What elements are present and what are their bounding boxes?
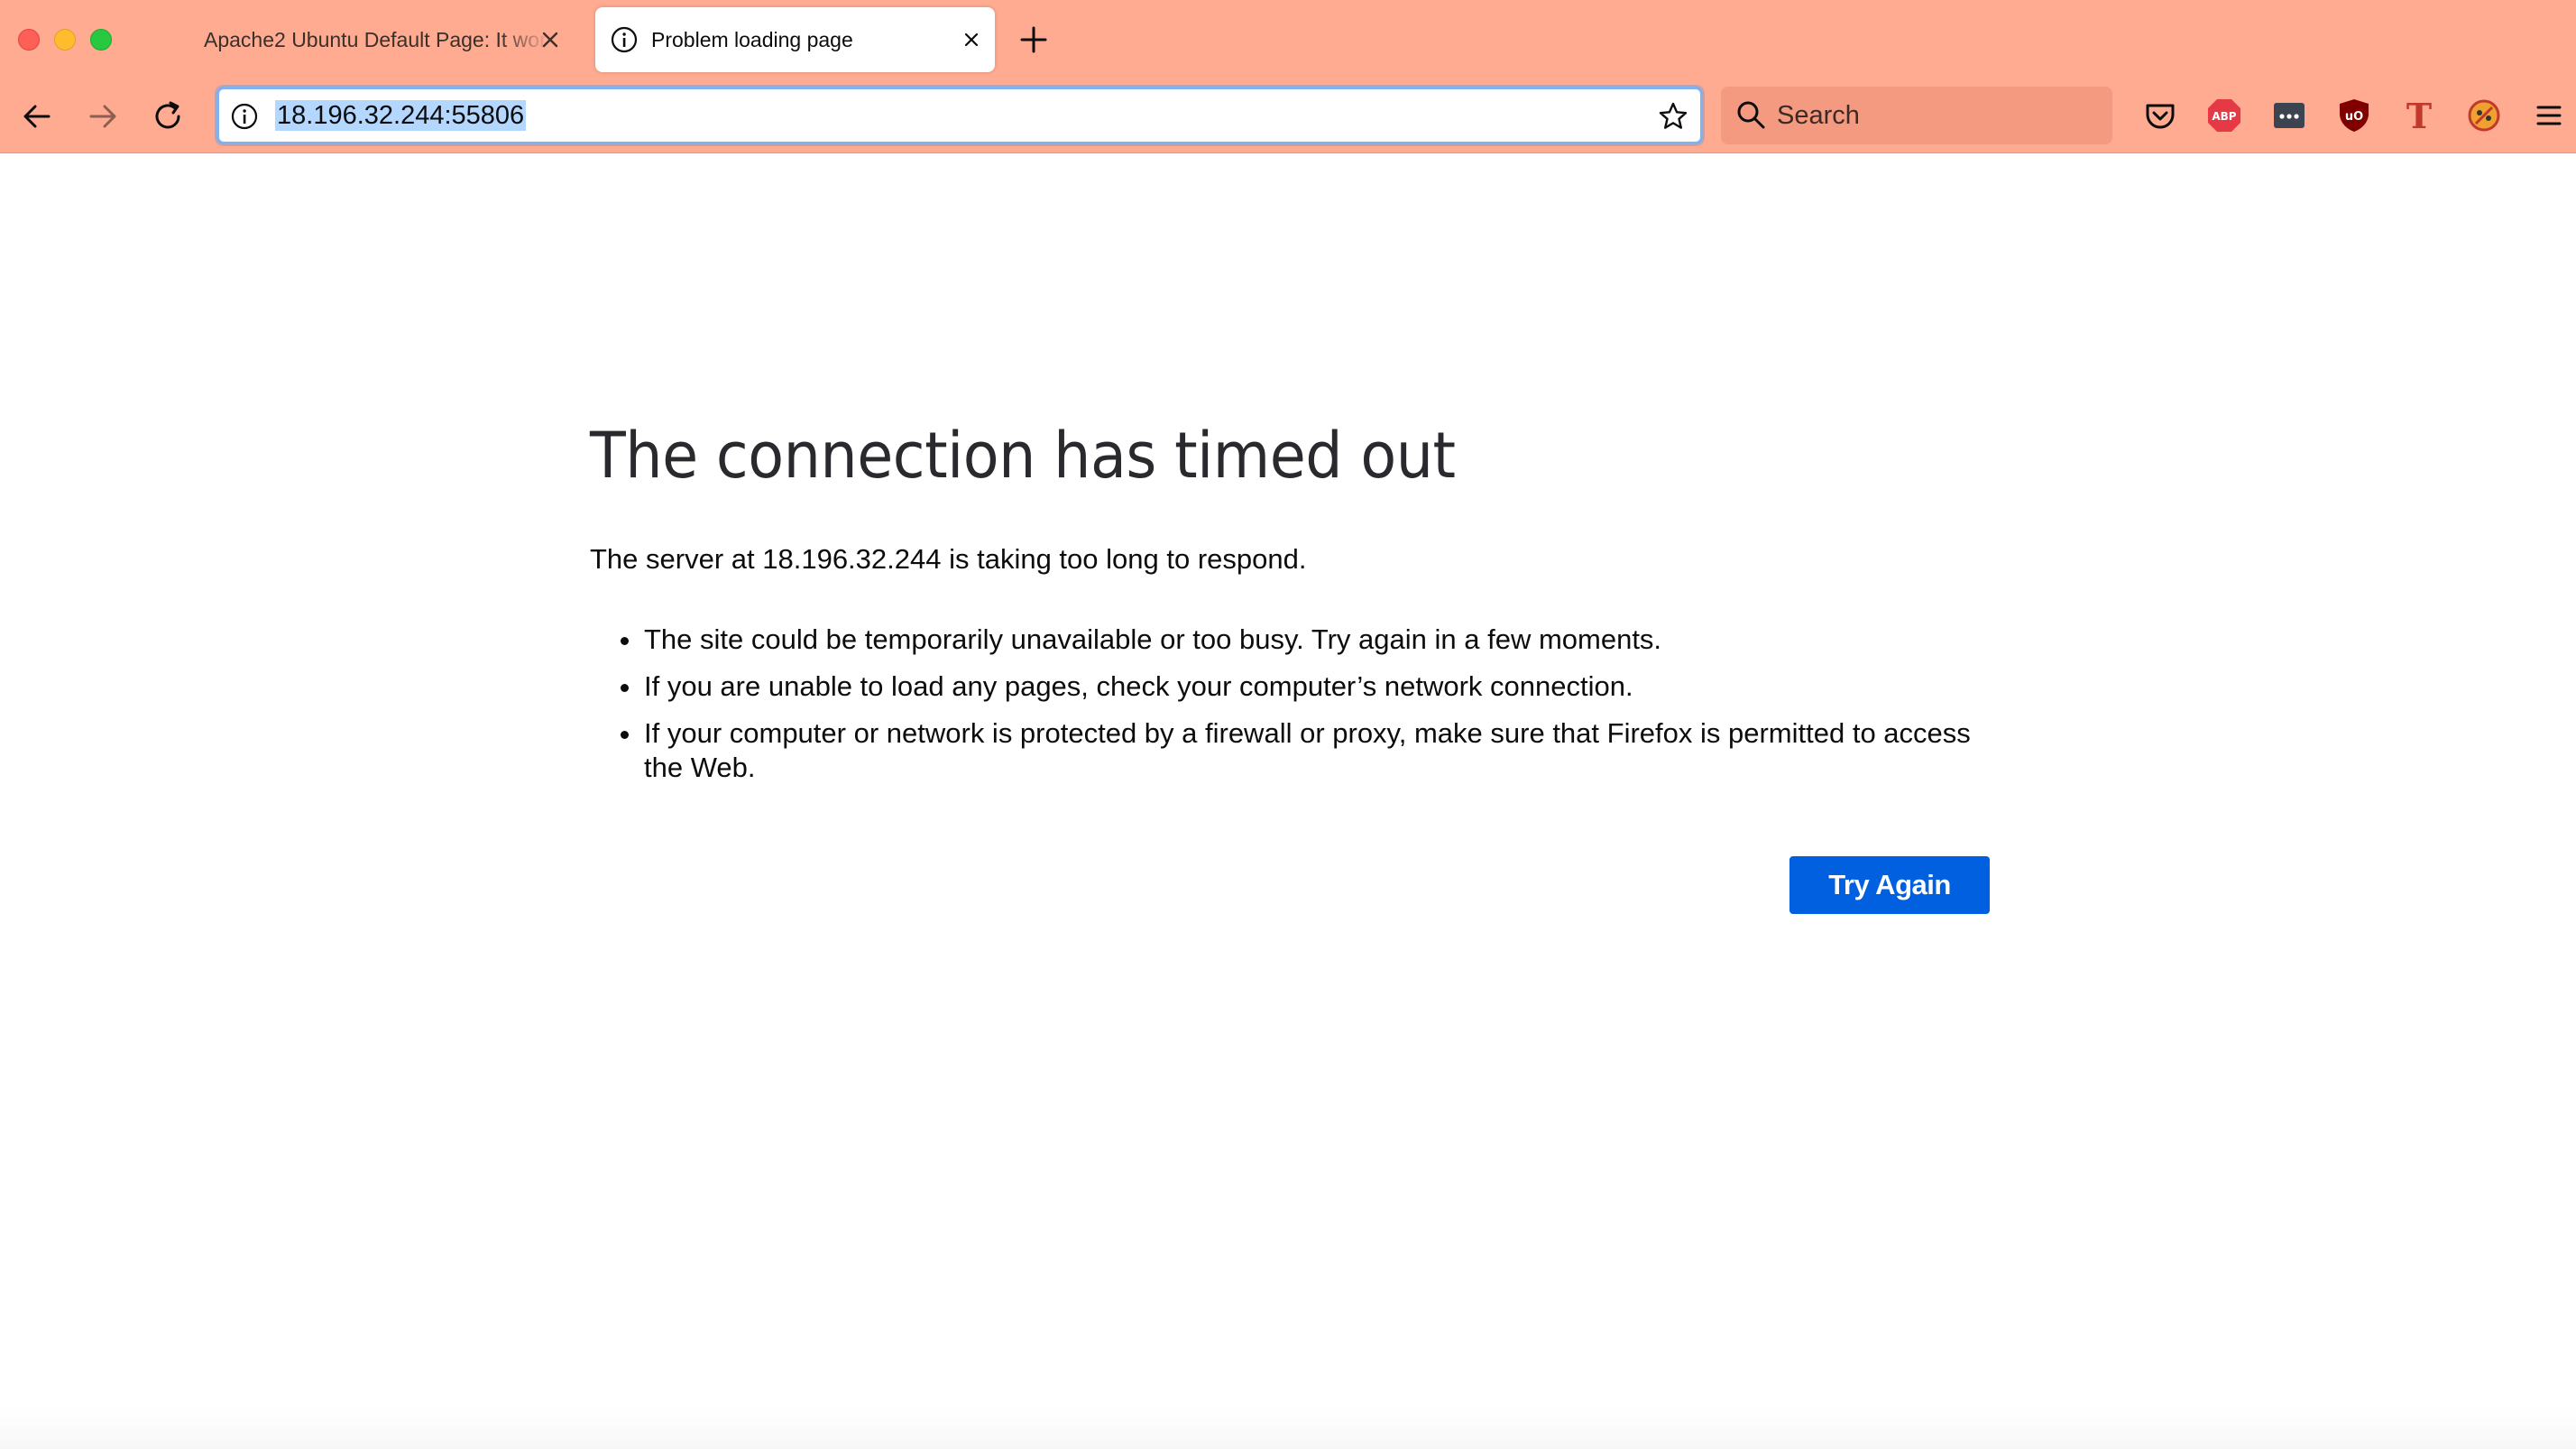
list-item: If your computer or network is protected… (610, 716, 2017, 785)
tab-apache-default[interactable]: Apache2 Ubuntu Default Page: It works (186, 7, 574, 72)
svg-text:T: T (2406, 97, 2432, 134)
tab-title: Apache2 Ubuntu Default Page: It works (204, 27, 548, 51)
url-text[interactable]: 18.196.32.244:55806 (275, 100, 527, 131)
bookmark-star-icon[interactable] (1657, 100, 1689, 133)
tab-strip: Apache2 Ubuntu Default Page: It works Pr… (0, 0, 2576, 79)
close-window-button[interactable] (18, 29, 40, 51)
address-bar[interactable]: 18.196.32.244:55806 (216, 87, 1703, 144)
reload-button[interactable] (149, 97, 187, 135)
error-title: The connection has timed out (590, 419, 1456, 493)
search-icon (1737, 101, 1765, 129)
forward-button[interactable] (84, 97, 122, 135)
list-item: The site could be temporarily unavailabl… (610, 623, 2017, 657)
minimize-window-button[interactable] (54, 29, 76, 51)
search-bar[interactable]: Search (1721, 87, 2112, 144)
try-again-button[interactable]: Try Again (1789, 856, 1990, 914)
error-suggestions: The site could be temporarily unavailabl… (610, 623, 2017, 798)
bottom-shade (0, 1407, 2576, 1449)
close-tab-icon[interactable] (538, 27, 563, 52)
zoom-window-button[interactable] (90, 29, 112, 51)
svg-text:ABP: ABP (2212, 110, 2236, 123)
page-content (0, 154, 2576, 1449)
svg-text:uO: uO (2345, 110, 2363, 124)
error-description: The server at 18.196.32.244 is taking to… (590, 543, 1307, 575)
adblock-plus-icon[interactable]: ABP (2206, 97, 2242, 134)
list-item: If you are unable to load any pages, che… (610, 669, 2017, 704)
password-manager-icon[interactable] (2271, 97, 2307, 134)
hamburger-menu-icon[interactable] (2531, 97, 2567, 134)
navigation-toolbar: 18.196.32.244:55806 Search ABP uO T (0, 79, 2576, 153)
back-button[interactable] (18, 97, 56, 135)
info-icon (611, 26, 638, 53)
pocket-icon[interactable] (2142, 97, 2178, 134)
tab-title: Problem loading page (651, 27, 853, 51)
ublock-origin-icon[interactable]: uO (2336, 97, 2372, 134)
tab-problem-loading[interactable]: Problem loading page (595, 7, 995, 72)
search-placeholder: Search (1777, 101, 1860, 130)
new-tab-button[interactable] (1017, 23, 1050, 56)
privacy-badger-icon[interactable] (2466, 97, 2502, 134)
t-extension-icon[interactable]: T (2401, 97, 2437, 134)
close-tab-icon[interactable] (959, 27, 984, 52)
site-info-icon[interactable] (230, 102, 259, 131)
